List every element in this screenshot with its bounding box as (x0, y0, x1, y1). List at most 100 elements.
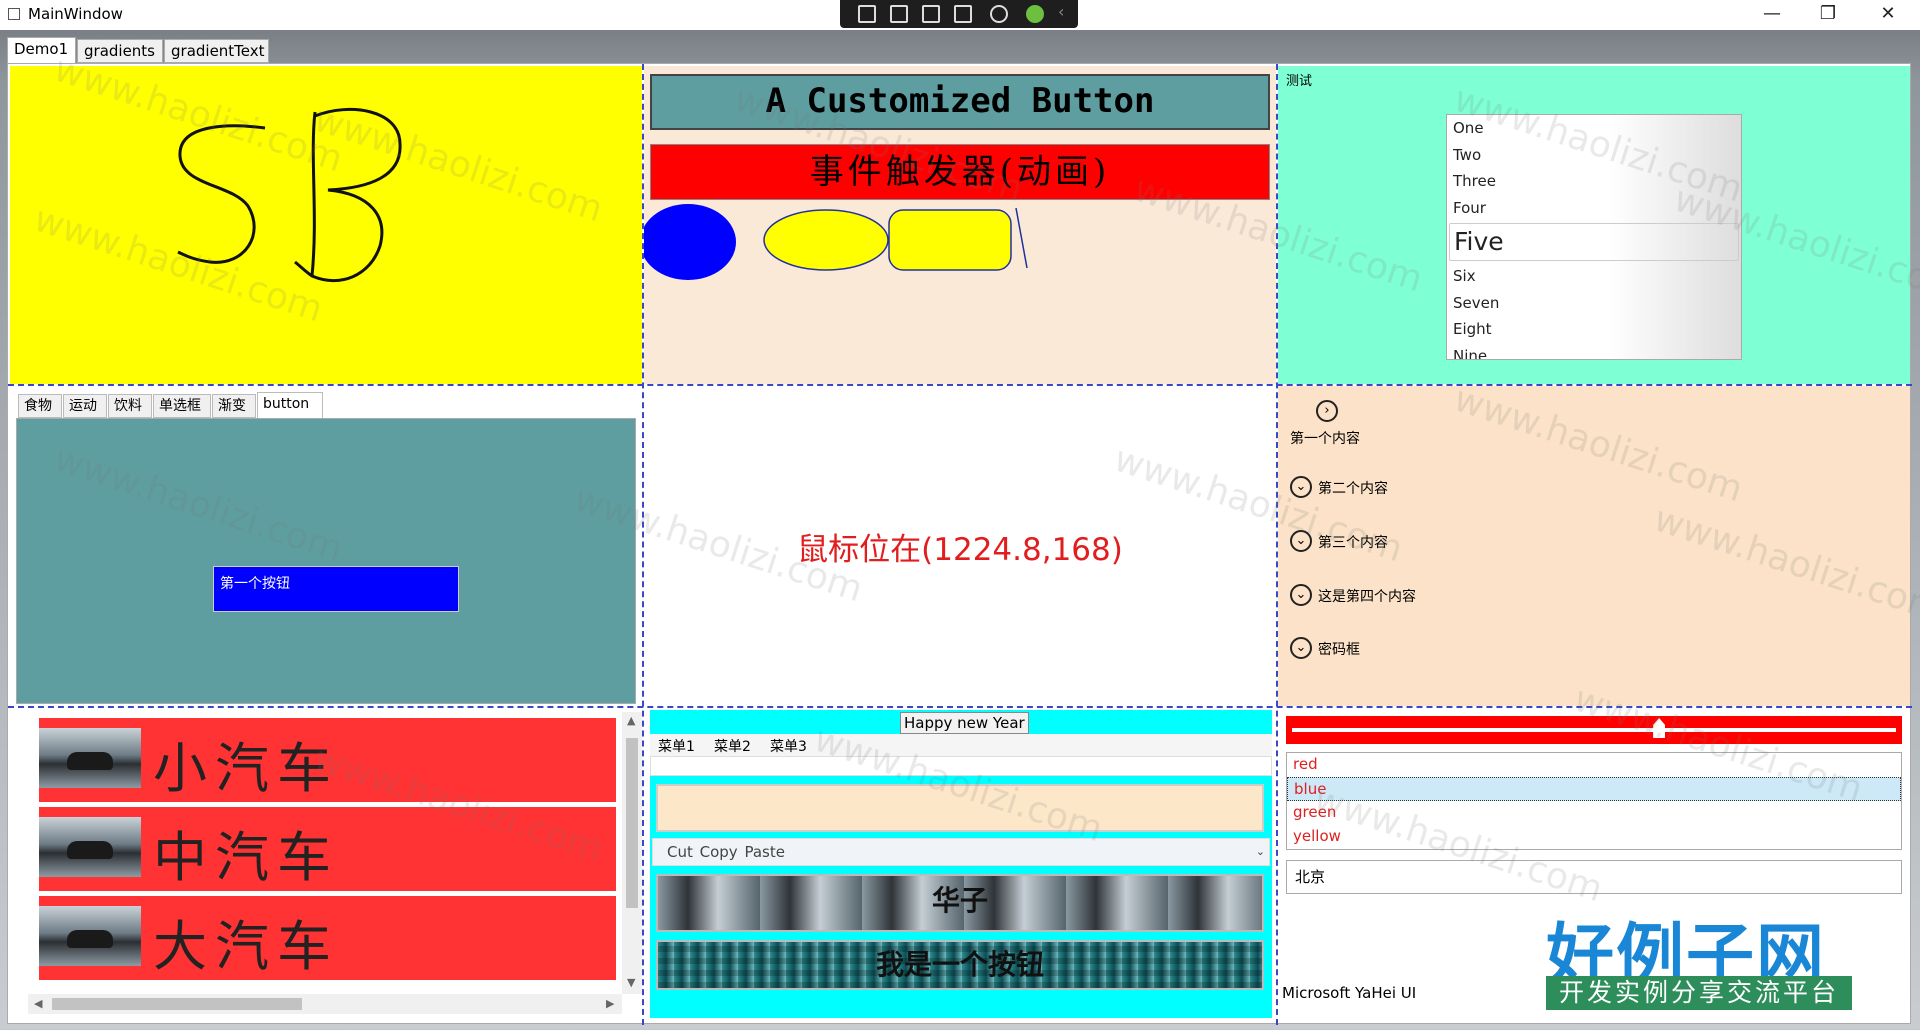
scroll-right-icon[interactable]: ▶ (606, 997, 614, 1010)
tab-food[interactable]: 食物 (18, 394, 62, 418)
city-textbox[interactable]: 北京 (1286, 860, 1902, 894)
car-image (39, 906, 141, 966)
grid-divider (642, 64, 644, 1025)
title-bar: MainWindow ‹ — ❐ ✕ (0, 0, 1920, 30)
check-icon[interactable] (1026, 5, 1044, 23)
live-tree-icon[interactable] (858, 5, 876, 23)
toolbar-items[interactable]: Cut Copy Paste (667, 843, 785, 861)
debug-toolbar: ‹ (840, 0, 1078, 28)
yellow-ellipse (763, 209, 889, 271)
expander-header-2[interactable]: 第二个内容 (1318, 478, 1388, 498)
select-element-icon[interactable] (890, 5, 908, 23)
huazi-image-button[interactable]: 华子 (656, 874, 1264, 932)
menu-toolbar-panel: Happy new Year 菜单1 菜单2 菜单3 Cut Copy Past… (644, 708, 1276, 1023)
car-label: 中汽车 (153, 826, 339, 889)
empty-bar (650, 756, 1272, 776)
list-item[interactable]: Three (1447, 168, 1741, 195)
first-button[interactable]: 第一个按钮 (213, 566, 459, 612)
chevron-down-icon[interactable]: ⌄ (1290, 637, 1312, 659)
tab-radio[interactable]: 单选框 (153, 394, 211, 418)
brand-subtitle: 开发实例分享交流平台 (1546, 976, 1852, 1010)
chevron-left-icon[interactable]: ‹ (1058, 2, 1076, 21)
chevron-right-icon[interactable]: › (1316, 400, 1338, 422)
list-item-selected[interactable]: blue (1287, 777, 1901, 801)
chevron-down-icon[interactable]: ⌄ (1290, 530, 1312, 552)
event-trigger-button[interactable]: 事件触发器(动画) (650, 144, 1270, 200)
list-item[interactable]: Six (1447, 263, 1741, 290)
expander-header-5[interactable]: 密码框 (1318, 639, 1360, 659)
ink-strokes (177, 107, 402, 282)
grid-divider (8, 384, 1912, 386)
horizontal-scrollbar[interactable]: ◀ ▶ (28, 994, 622, 1014)
list-item[interactable]: Four (1447, 195, 1741, 222)
tab-gradient-text[interactable]: gradientText (164, 39, 269, 63)
list-item[interactable]: 中汽车 (39, 807, 616, 891)
list-item[interactable]: Eight (1447, 316, 1741, 343)
tab-demo1[interactable]: Demo1 (7, 37, 76, 64)
chevron-down-icon[interactable]: ⌄ (1290, 476, 1312, 498)
mouse-position-text: 鼠标位在(1224.8,168) (797, 532, 1123, 568)
tab-button[interactable]: button (257, 392, 323, 419)
grid-divider (8, 706, 1912, 708)
menu-2[interactable]: 菜单2 (714, 736, 751, 756)
scroll-thumb[interactable] (626, 738, 638, 908)
tab-sport[interactable]: 运动 (63, 394, 107, 418)
tab-gradients[interactable]: gradients (77, 39, 163, 63)
group-label: 测试 (1286, 74, 1313, 89)
list-item-selected[interactable]: Five (1449, 223, 1739, 261)
car-image (39, 728, 141, 788)
car-label: 大汽车 (153, 915, 339, 978)
list-item[interactable]: Two (1447, 142, 1741, 169)
scroll-thumb[interactable] (52, 998, 302, 1010)
customized-button[interactable]: A Customized Button (650, 74, 1270, 130)
peach-textbox[interactable] (656, 784, 1264, 832)
ink-canvas[interactable] (10, 66, 642, 384)
list-item[interactable]: Seven (1447, 290, 1741, 317)
yellow-rounded-rect (888, 209, 1012, 271)
brand-logo: 好例子网 开发实例分享交流平台 (1544, 900, 1854, 1010)
menu-3[interactable]: 菜单3 (770, 736, 807, 756)
restore-button[interactable]: ❐ (1800, 0, 1856, 30)
cyan-panel: Happy new Year 菜单1 菜单2 菜单3 Cut Copy Past… (650, 710, 1272, 1018)
shapes (644, 204, 1028, 280)
edit-toolbar[interactable]: Cut Copy Paste ⌄ (652, 838, 1270, 866)
scroll-up-icon[interactable]: ▲ (627, 714, 635, 727)
window-title: MainWindow (28, 5, 123, 23)
list-item[interactable]: red (1287, 753, 1901, 777)
tab-gradient[interactable]: 渐变 (212, 394, 256, 418)
close-button[interactable]: ✕ (1860, 0, 1916, 30)
menu-1[interactable]: 菜单1 (658, 736, 695, 756)
color-listbox[interactable]: red blue green yellow (1286, 752, 1902, 850)
button-tab-panel: 第一个按钮 (16, 418, 636, 704)
list-item[interactable]: yellow (1287, 825, 1901, 849)
expander-header-4[interactable]: 这是第四个内容 (1318, 586, 1416, 606)
pattern-button[interactable]: 我是一个按钮 (656, 940, 1264, 990)
red-slider[interactable] (1286, 716, 1902, 744)
chevron-down-icon[interactable]: ⌄ (1290, 584, 1312, 606)
scroll-left-icon[interactable]: ◀ (34, 997, 42, 1010)
expander-header-1[interactable]: 第一个内容 (1290, 428, 1360, 448)
minimize-button[interactable]: — (1744, 0, 1800, 30)
track-focus-icon[interactable] (954, 5, 972, 23)
list-item[interactable]: One (1447, 115, 1741, 142)
listbox-group: 测试 One Two Three Four Five Six Seven Eig… (1278, 66, 1910, 384)
list-item[interactable]: Nine (1447, 343, 1741, 360)
buttons-panel: A Customized Button 事件触发器(动画) (644, 66, 1276, 384)
tab-drink[interactable]: 饮料 (108, 394, 152, 418)
overflow-icon[interactable]: ⌄ (1256, 839, 1265, 865)
number-listbox[interactable]: One Two Three Four Five Six Seven Eight … (1446, 114, 1742, 360)
happy-new-year-button[interactable]: Happy new Year (900, 712, 1029, 734)
layout-adorner-icon[interactable] (922, 5, 940, 23)
slash-line (1015, 207, 1028, 269)
expander-header-3[interactable]: 第三个内容 (1318, 532, 1388, 552)
vertical-scrollbar[interactable]: ▲ ▼ (622, 712, 642, 994)
font-name-label: Microsoft YaHei UI (1282, 984, 1417, 1002)
list-item[interactable]: 大汽车 (39, 896, 616, 980)
list-item[interactable]: 小汽车 (39, 718, 616, 802)
hot-reload-icon[interactable] (990, 5, 1008, 23)
slider-thumb[interactable] (1653, 718, 1666, 738)
scroll-down-icon[interactable]: ▼ (627, 976, 635, 989)
tab-content: A Customized Button 事件触发器(动画) 测试 One Two… (7, 49, 1920, 1025)
inner-tab-control: 食物 运动 饮料 单选框 渐变 button 第一个按钮 (10, 386, 642, 706)
list-item[interactable]: green (1287, 801, 1901, 825)
